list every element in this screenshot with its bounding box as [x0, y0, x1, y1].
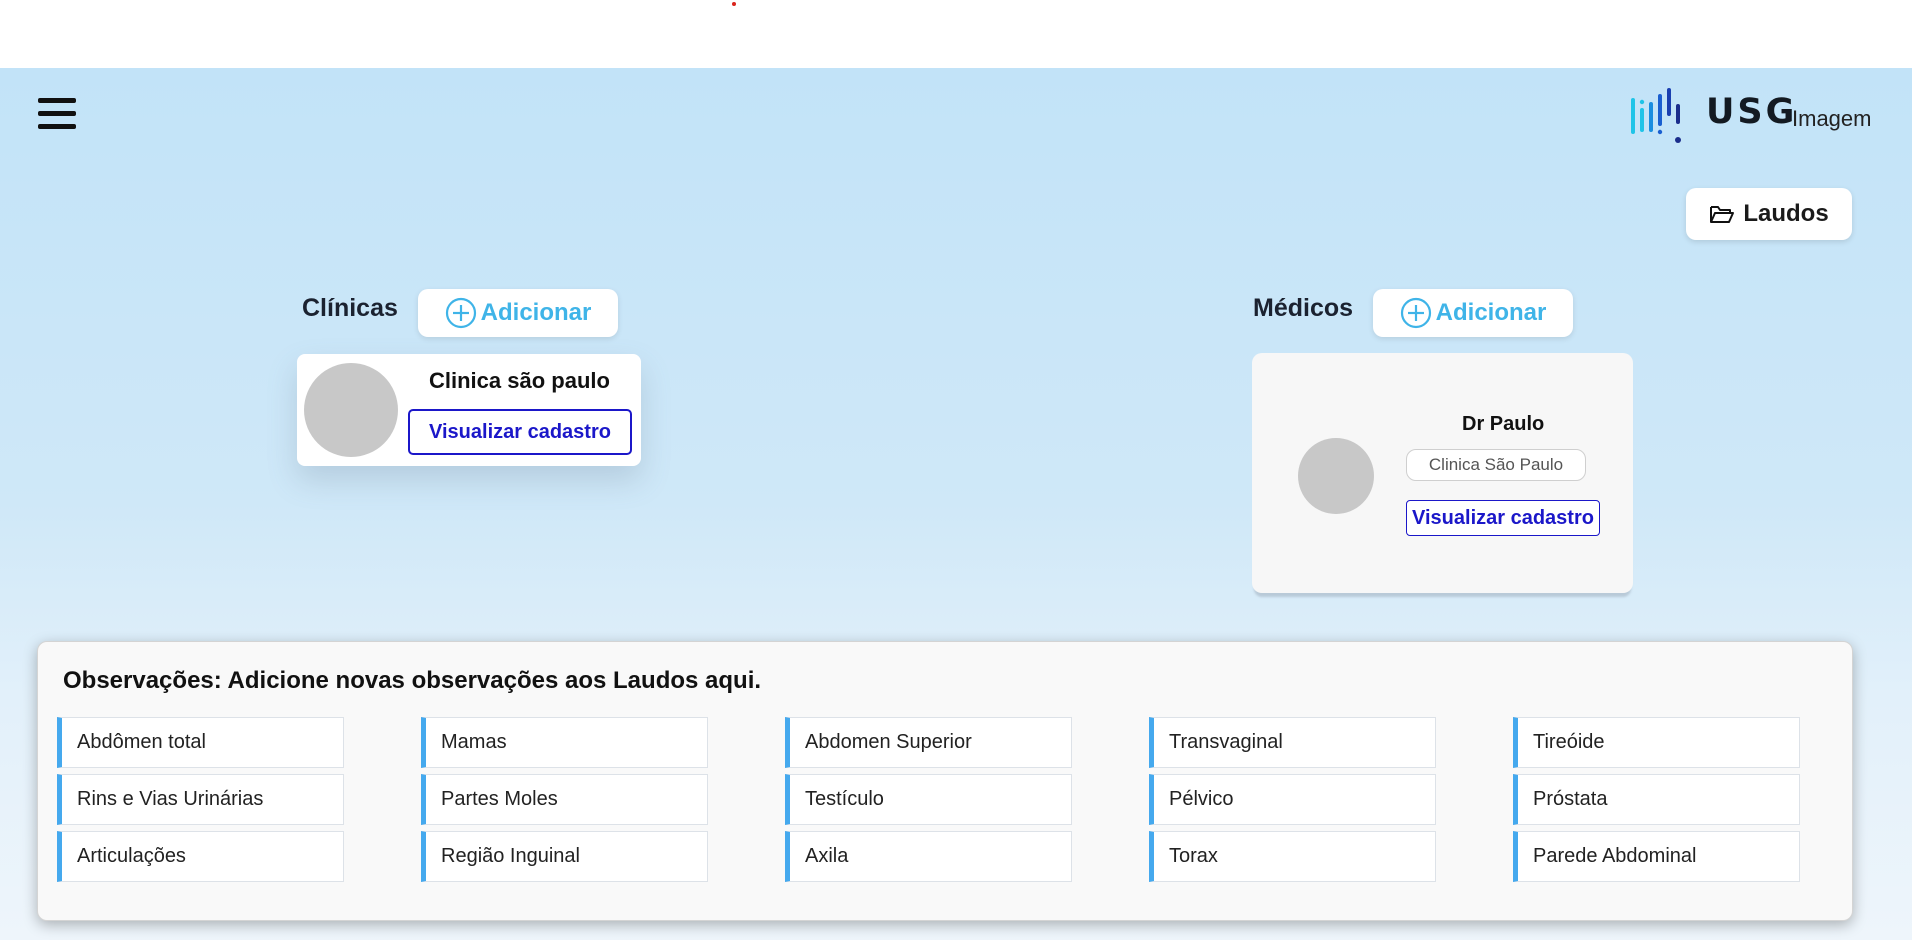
indicator-dot	[732, 2, 736, 6]
observacao-item[interactable]: Abdomen Superior	[785, 717, 1072, 768]
medico-view-button[interactable]: Visualizar cadastro	[1406, 500, 1600, 536]
medico-card: Dr Paulo Clinica São Paulo Visualizar ca…	[1252, 353, 1633, 593]
clinica-avatar	[304, 363, 398, 457]
logo-bars-icon	[1631, 88, 1681, 143]
clinica-name: Clinica são paulo	[429, 368, 610, 393]
clinicas-title: Clínicas	[302, 294, 398, 322]
observacao-item[interactable]: Pélvico	[1149, 774, 1436, 825]
logo-sub-text: Imagem	[1792, 106, 1872, 131]
observacoes-panel: Observações: Adicione novas observações …	[37, 641, 1853, 921]
observacao-item[interactable]: Parede Abdominal	[1513, 831, 1800, 882]
observacoes-title: Observações: Adicione novas observações …	[63, 667, 762, 694]
folder-open-icon	[1710, 206, 1735, 223]
add-clinica-label: Adicionar	[480, 299, 592, 326]
clinica-view-button[interactable]: Visualizar cadastro	[408, 409, 632, 455]
laudos-button[interactable]: Laudos	[1686, 188, 1852, 240]
app-container: USG Imagem Laudos Clínicas Adicionar Cli…	[0, 68, 1912, 940]
medicos-title: Médicos	[1253, 294, 1354, 322]
observacao-item[interactable]: Mamas	[421, 717, 708, 768]
observacao-item[interactable]: Axila	[785, 831, 1072, 882]
hamburger-menu-icon[interactable]	[38, 98, 76, 132]
plus-circle-icon	[1400, 297, 1431, 329]
medico-clinic-badge: Clinica São Paulo	[1406, 449, 1586, 481]
observacao-item[interactable]: Abdômen total	[57, 717, 344, 768]
clinica-card: Clinica são paulo Visualizar cadastro	[297, 354, 641, 466]
medico-avatar	[1298, 438, 1374, 514]
observacao-item[interactable]: Transvaginal	[1149, 717, 1436, 768]
observacao-item[interactable]: Testículo	[785, 774, 1072, 825]
add-clinica-button[interactable]: Adicionar	[418, 289, 618, 337]
add-medico-label: Adicionar	[1435, 299, 1547, 326]
browser-top-strip	[0, 0, 1912, 68]
usg-imagem-logo: USG Imagem	[1628, 82, 1878, 148]
observacao-item[interactable]: Região Inguinal	[421, 831, 708, 882]
observacao-item[interactable]: Torax	[1149, 831, 1436, 882]
observacao-item[interactable]: Rins e Vias Urinárias	[57, 774, 344, 825]
add-medico-button[interactable]: Adicionar	[1373, 289, 1573, 337]
observacao-item[interactable]: Próstata	[1513, 774, 1800, 825]
observacoes-grid: Abdômen total Mamas Abdomen Superior Tra…	[57, 717, 1837, 887]
observacao-item[interactable]: Tireóide	[1513, 717, 1800, 768]
observacao-item[interactable]: Partes Moles	[421, 774, 708, 825]
plus-circle-icon	[445, 297, 476, 329]
logo-brand-text: USG	[1706, 92, 1798, 132]
medico-name: Dr Paulo	[1462, 413, 1545, 435]
laudos-button-label: Laudos	[1743, 200, 1829, 227]
observacao-item[interactable]: Articulações	[57, 831, 344, 882]
